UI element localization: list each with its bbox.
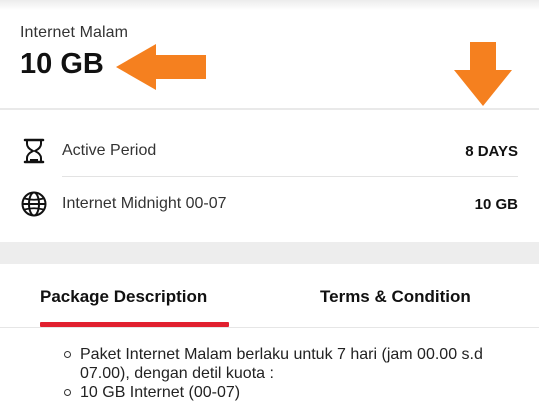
- list-item-text: 10 GB Internet (00-07): [80, 384, 241, 401]
- annotation-arrow-down-icon: [454, 42, 512, 106]
- list-item: Paket Internet Malam berlaku untuk 7 har…: [64, 345, 524, 383]
- detail-row-active-period: Active Period 8 DAYS: [20, 126, 518, 176]
- tab-bar: Package Description Terms & Condition: [0, 264, 539, 328]
- top-shadow: [0, 0, 539, 10]
- section-separator: [0, 242, 539, 264]
- package-description: Paket Internet Malam berlaku untuk 7 har…: [64, 345, 524, 402]
- bullet-icon: [64, 351, 71, 358]
- package-name: Internet Malam: [20, 24, 129, 41]
- hourglass-icon: [20, 137, 48, 165]
- annotation-arrow-left-icon: [116, 44, 206, 90]
- package-header: Internet Malam 10 GB: [20, 24, 128, 81]
- tab-package-description[interactable]: Package Description: [40, 287, 207, 307]
- detail-label: Internet Midnight 00-07: [62, 195, 227, 212]
- bullet-icon: [64, 389, 71, 396]
- tab-bar-divider: [0, 327, 539, 328]
- list-item: 10 GB Internet (00-07): [64, 383, 524, 402]
- list-item-text: Paket Internet Malam berlaku untuk 7 har…: [80, 346, 483, 382]
- globe-icon: [20, 190, 48, 218]
- detail-value: 10 GB: [474, 195, 518, 213]
- detail-label: Active Period: [62, 142, 157, 159]
- package-size: 10 GB: [20, 48, 104, 80]
- tab-terms-condition[interactable]: Terms & Condition: [320, 287, 471, 307]
- detail-value: 8 DAYS: [465, 142, 518, 160]
- row-divider: [62, 176, 518, 177]
- section-divider: [0, 108, 539, 110]
- detail-row-internet-midnight: Internet Midnight 00-07 10 GB: [20, 179, 518, 229]
